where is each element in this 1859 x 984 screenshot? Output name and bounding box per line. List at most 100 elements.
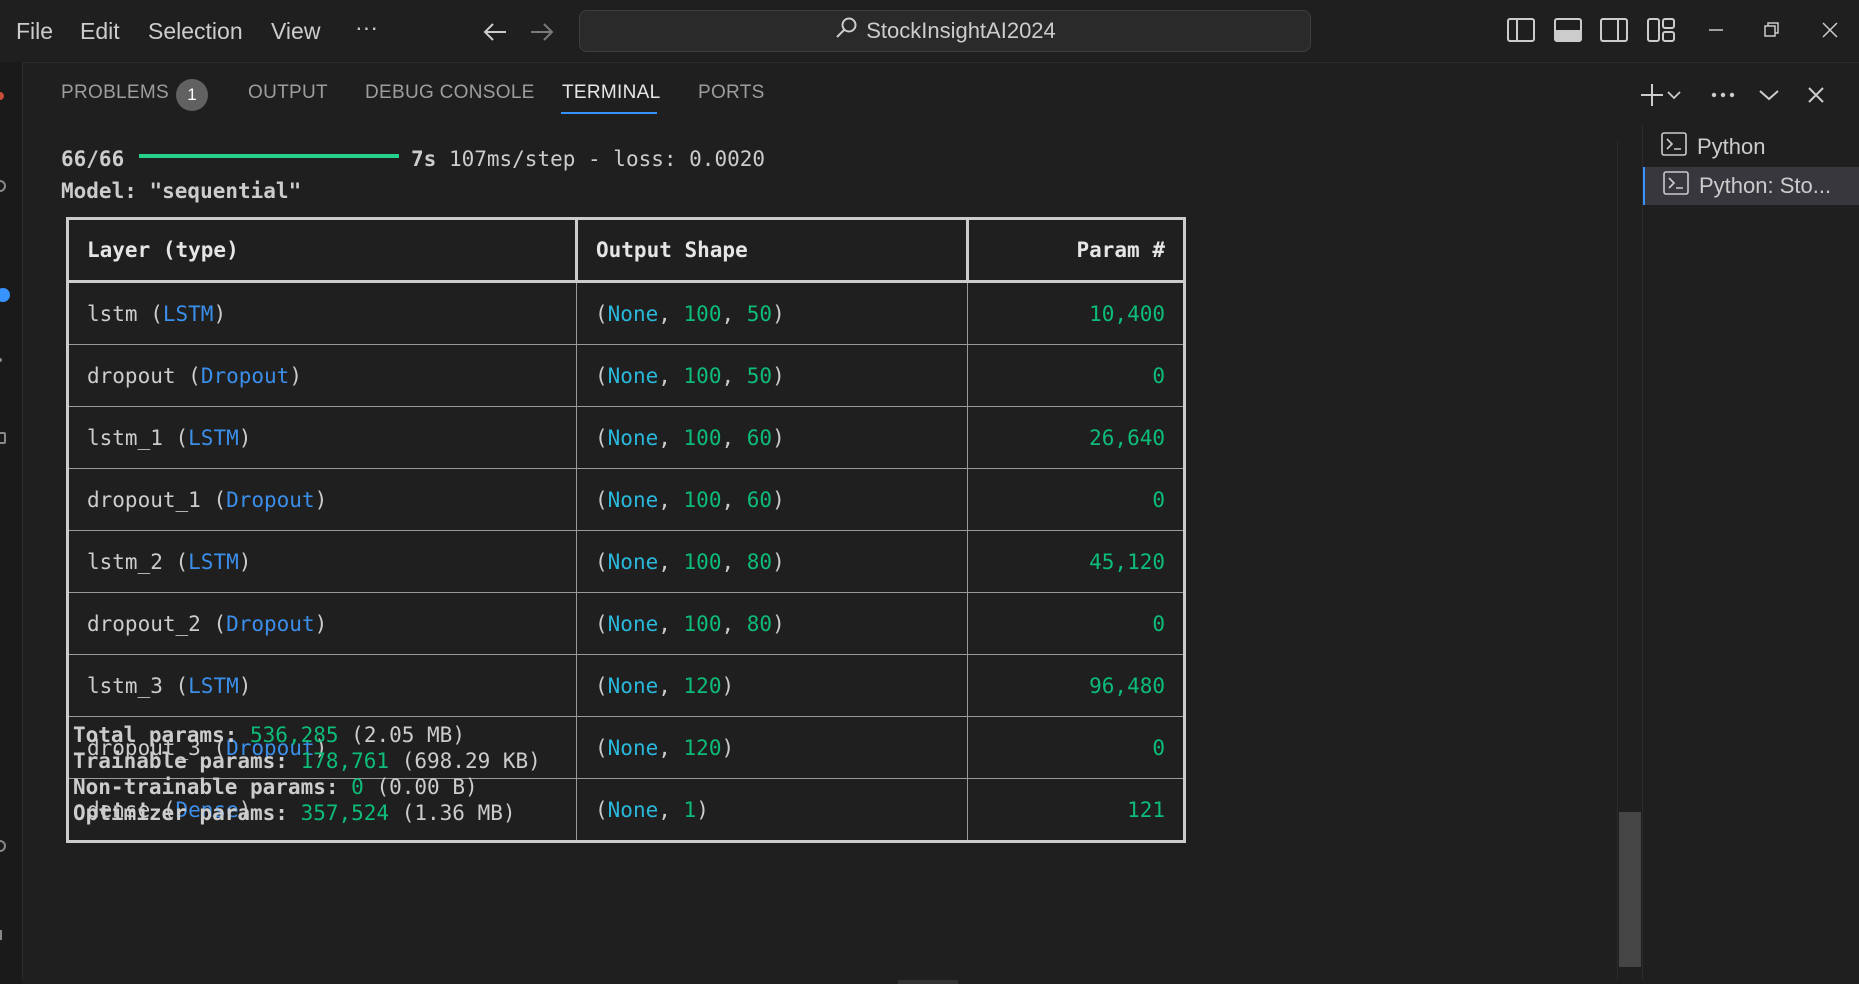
command-center-search[interactable]: StockInsightAI2024 [579,10,1311,52]
customize-layout-icon[interactable] [1645,14,1677,46]
model-name-line: Model: "sequential" [61,179,302,203]
close-panel-icon[interactable] [1798,78,1834,112]
maximize-panel-chevron-icon[interactable] [1751,78,1787,112]
progress-bar [139,154,399,158]
active-tab-indicator [561,112,657,114]
layer-cell: dropout (Dropout) [67,344,577,407]
shape-dim: 100 [683,611,722,636]
layer-name: dropout_2 [87,611,201,636]
terminal-tab-python-stock[interactable]: Python: Sto... [1643,167,1859,205]
tab-ports[interactable]: PORTS [698,82,765,104]
table-row: dropout_1 (Dropout) (None, 100, 60) 0 [67,468,1185,531]
progress-stats: 7s 107ms/step - loss: 0.0020 [411,147,765,171]
table-header-row: Layer (type) Output Shape Param # [67,218,1185,283]
output-shape-cell: (None, 1) [576,778,968,842]
shape-dim: 60 [746,425,773,450]
back-arrow-icon[interactable] [475,12,515,52]
summary-value: 0 [351,775,364,799]
param-count-cell: 10,400 [967,281,1185,345]
layer-cell: lstm (LSTM) [67,281,577,345]
terminal-output[interactable]: 66/66 7s 107ms/step - loss: 0.0020 Model… [22,128,1617,984]
param-count-cell: 45,120 [967,530,1185,593]
tab-debug-console[interactable]: DEBUG CONSOLE [365,82,535,104]
shape-dim: None [607,797,659,822]
tab-terminal[interactable]: TERMINAL [562,82,660,104]
menu-edit[interactable]: Edit [80,18,120,45]
layer-cell: lstm_2 (LSTM) [67,530,577,593]
terminal-tab-label: Python: Sto... [1699,173,1832,198]
terminal-tab-label: Python [1697,134,1766,159]
forward-arrow-icon[interactable] [522,12,562,52]
output-shape-cell: (None, 120) [576,716,968,779]
shape-dim: 100 [683,301,722,326]
layer-name: lstm_2 [87,549,163,574]
progress-time: 7s [411,147,437,171]
shape-dim: 1 [683,797,697,822]
more-actions-icon[interactable] [1705,78,1741,112]
activity-bar [0,62,23,984]
shape-dim: 80 [746,549,773,574]
shape-dim: 80 [746,611,773,636]
table-row: dropout_2 (Dropout) (None, 100, 80) 0 [67,592,1185,655]
header-param-count: Param # [967,218,1185,283]
terminal-scrollbar-thumb[interactable] [1619,812,1641,967]
search-icon [834,16,858,46]
layer-type: LSTM [188,673,239,698]
summary-label: Optimizer params: [73,801,301,825]
shape-dim: 120 [683,673,722,698]
param-count-cell: 26,640 [967,406,1185,469]
shape-dim: None [607,487,659,512]
shape-dim: None [607,363,659,388]
layer-type: LSTM [188,425,239,450]
panel-resize-handle[interactable] [898,980,958,984]
output-shape-cell: (None, 100, 80) [576,592,968,655]
summary-value: 178,761 [300,749,390,773]
params-summary-line: Optimizer params: 357,524 (1.36 MB) [73,801,516,825]
shape-dim: 100 [683,549,722,574]
shape-dim: 100 [683,487,722,512]
output-shape-cell: (None, 100, 60) [576,468,968,531]
menu-selection[interactable]: Selection [148,18,243,45]
layer-cell: dropout_1 (Dropout) [67,468,577,531]
summary-label: Non-trainable params: [73,775,352,799]
table-row: lstm_3 (LSTM) (None, 120) 96,480 [67,654,1185,717]
table-row: lstm_2 (LSTM) (None, 100, 80) 45,120 [67,530,1185,593]
output-shape-cell: (None, 100, 60) [576,406,968,469]
table-row: dropout (Dropout) (None, 100, 50) 0 [67,344,1185,407]
close-window-icon[interactable] [1814,14,1846,46]
shape-dim: 100 [683,363,722,388]
problems-count-badge: 1 [176,79,208,111]
param-count-cell: 0 [967,468,1185,531]
activity-mark [0,840,6,852]
shape-dim: 60 [746,487,773,512]
layer-name: dropout_1 [87,487,201,512]
toggle-secondary-sidebar-icon[interactable] [1598,14,1630,46]
shape-dim: 50 [746,363,773,388]
shape-dim: 100 [683,425,722,450]
table-row: lstm_1 (LSTM) (None, 100, 60) 26,640 [67,406,1185,469]
activity-mark-blue[interactable] [0,288,10,302]
menu-more[interactable]: ··· [355,14,378,41]
chevron-down-icon[interactable] [1662,78,1686,112]
header-layer-type: Layer (type) [67,218,578,283]
layer-name: lstm_1 [87,425,163,450]
menu-file[interactable]: File [16,18,53,45]
menu-view[interactable]: View [271,18,320,45]
summary-size: (0.00 B) [363,775,478,799]
summary-size: (698.29 KB) [389,749,541,773]
progress-steps: 66/66 [61,147,125,171]
toggle-panel-icon[interactable] [1552,14,1584,46]
restore-icon[interactable] [1756,14,1788,46]
terminal-tab-python[interactable]: Python [1643,128,1859,166]
terminal-icon [1663,171,1689,201]
shape-dim: None [607,549,659,574]
layer-cell: dropout_2 (Dropout) [67,592,577,655]
tab-problems[interactable]: PROBLEMS [61,82,169,104]
shape-dim: None [607,425,659,450]
tab-output[interactable]: OUTPUT [248,82,328,104]
shape-dim: None [607,673,659,698]
minimize-icon[interactable] [1700,14,1732,46]
toggle-primary-sidebar-icon[interactable] [1505,14,1537,46]
shape-dim: None [607,735,659,760]
summary-size: (2.05 MB) [338,723,465,747]
